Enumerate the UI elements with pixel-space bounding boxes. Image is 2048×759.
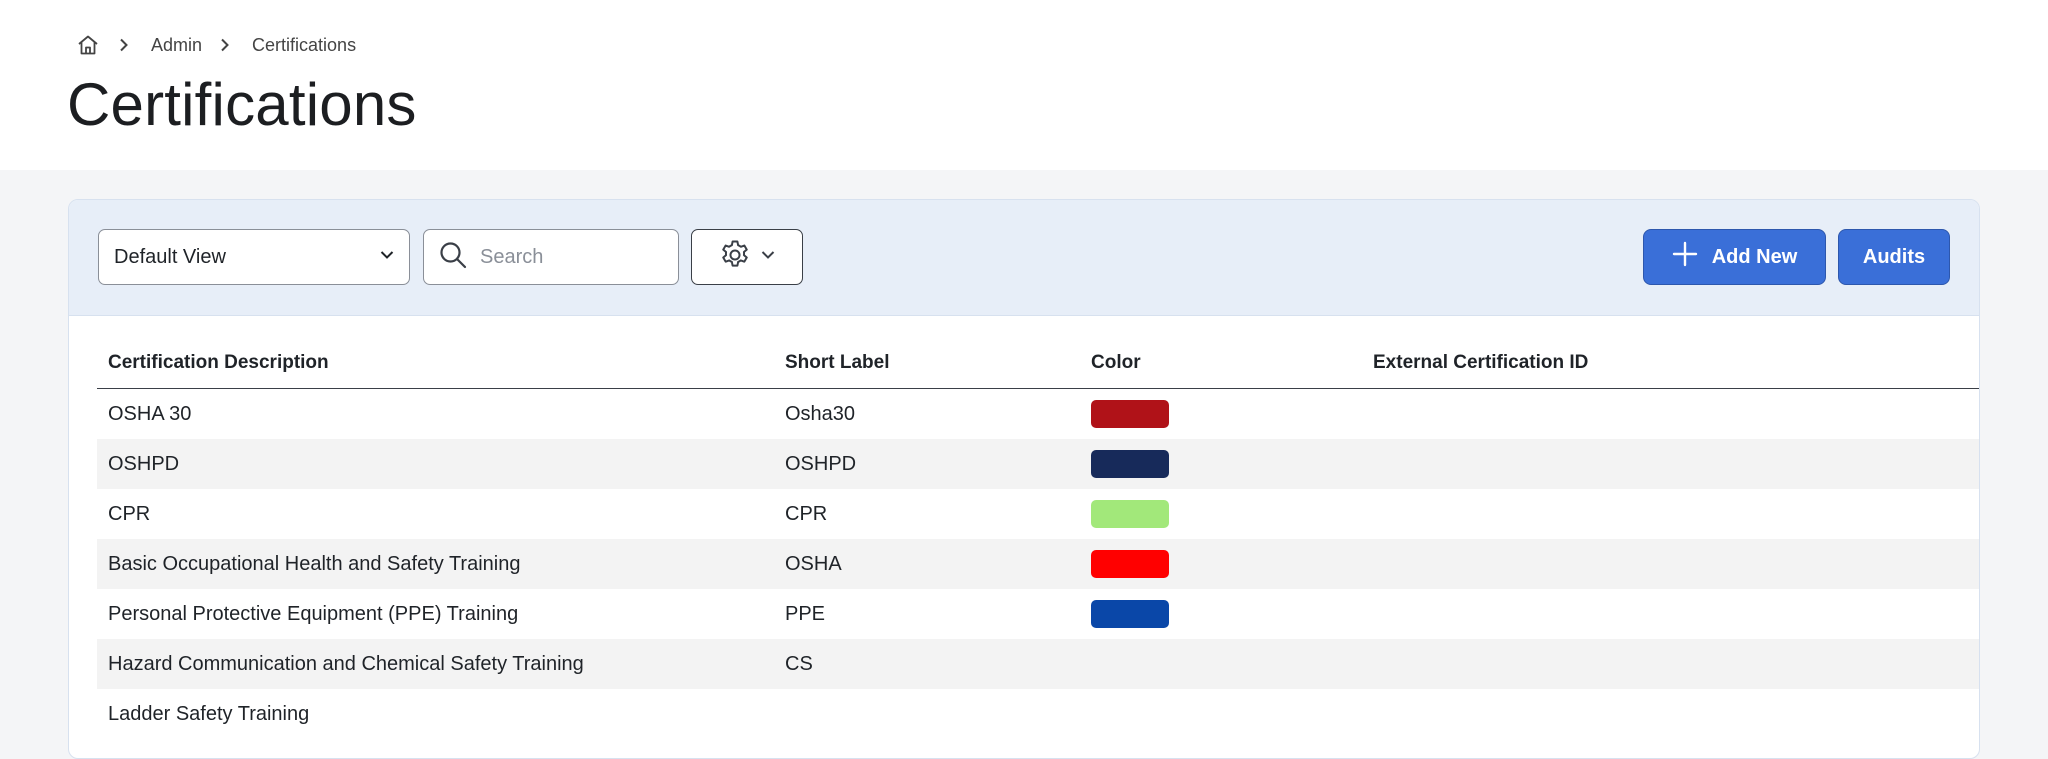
column-header-color[interactable]: Color	[1080, 352, 1362, 374]
cell-short-label: OSHA	[785, 552, 842, 575]
search-box	[423, 229, 679, 285]
table-row[interactable]: Ladder Safety Training	[97, 689, 1979, 739]
certifications-table: Certification Description Short Label Co…	[97, 337, 1979, 739]
chevron-down-icon	[760, 247, 776, 268]
cell-short-label: PPE	[785, 602, 826, 625]
cell-color	[1080, 400, 1362, 428]
cell-short-label: Osha30	[785, 402, 856, 425]
column-header-external-id[interactable]: External Certification ID	[1362, 352, 1979, 374]
table-row[interactable]: OSHA 30 Osha30	[97, 389, 1979, 439]
color-swatch	[1091, 400, 1169, 428]
view-select-value: Default View	[114, 245, 226, 268]
color-swatch	[1091, 600, 1169, 628]
plus-icon	[1672, 241, 1698, 273]
cell-description: Personal Protective Equipment (PPE) Trai…	[108, 602, 519, 625]
view-select[interactable]: Default View	[98, 229, 410, 285]
table-row[interactable]: OSHPD OSHPD	[97, 439, 1979, 489]
column-header-description[interactable]: Certification Description	[97, 352, 774, 374]
table-row[interactable]: Personal Protective Equipment (PPE) Trai…	[97, 589, 1979, 639]
color-swatch	[1091, 500, 1169, 528]
cell-short-label: CPR	[785, 502, 828, 525]
table-row[interactable]: Hazard Communication and Chemical Safety…	[97, 639, 1979, 689]
page-title: Certifications	[67, 71, 417, 138]
search-icon	[438, 240, 468, 275]
cell-color	[1080, 450, 1362, 478]
color-swatch	[1091, 550, 1169, 578]
add-new-label: Add New	[1711, 245, 1798, 268]
cell-color	[1080, 600, 1362, 628]
table-row[interactable]: CPR CPR	[97, 489, 1979, 539]
cell-description: OSHA 30	[108, 402, 192, 425]
breadcrumb: Admin Certifications	[75, 30, 356, 60]
cell-description: OSHPD	[108, 452, 180, 475]
cell-color	[1080, 550, 1362, 578]
cell-short-label: CS	[785, 652, 813, 675]
cell-description: Ladder Safety Training	[108, 702, 310, 725]
home-icon[interactable]	[75, 32, 101, 58]
cell-short-label: OSHPD	[785, 452, 857, 475]
gear-icon	[718, 238, 752, 277]
chevron-down-icon	[379, 246, 395, 269]
color-swatch	[1091, 450, 1169, 478]
search-input[interactable]	[480, 245, 660, 269]
cell-description: Hazard Communication and Chemical Safety…	[108, 652, 584, 675]
add-new-button[interactable]: Add New	[1643, 229, 1826, 285]
page-header: Admin Certifications Certifications	[0, 0, 2048, 170]
cell-description: CPR	[108, 502, 151, 525]
certifications-card: Default View Search Add New Audits Certi…	[68, 199, 1980, 759]
cell-description: Basic Occupational Health and Safety Tra…	[108, 552, 521, 575]
table-header: Certification Description Short Label Co…	[97, 337, 1979, 389]
settings-button[interactable]	[691, 229, 803, 285]
toolbar: Default View Search Add New Audits	[69, 200, 1979, 316]
audits-button[interactable]: Audits	[1838, 229, 1950, 285]
audits-label: Audits	[1862, 245, 1926, 268]
breadcrumb-certifications: Certifications	[252, 34, 357, 55]
chevron-right-icon	[214, 34, 236, 56]
breadcrumb-admin[interactable]: Admin	[151, 35, 202, 56]
chevron-right-icon	[113, 34, 135, 56]
table-row[interactable]: Basic Occupational Health and Safety Tra…	[97, 539, 1979, 589]
cell-color	[1080, 500, 1362, 528]
column-header-short-label[interactable]: Short Label	[774, 352, 1080, 374]
